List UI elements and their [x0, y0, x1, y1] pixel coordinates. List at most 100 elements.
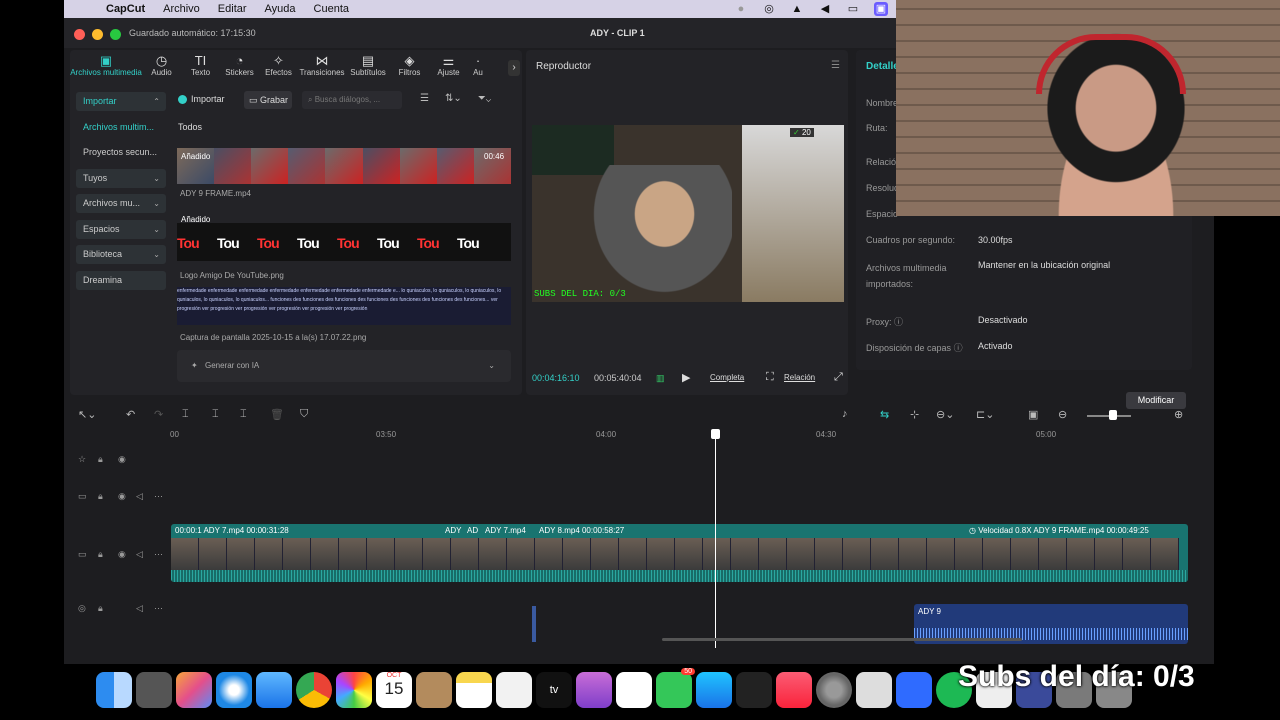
media-thumb-logo[interactable]: Tou Tou Tou Tou Tou Tou Tou Tou [177, 223, 511, 261]
link-icon[interactable]: ⇆ [880, 408, 889, 421]
capcut-icon[interactable] [736, 672, 772, 708]
tool-filters[interactable]: ◈ Filtros [390, 50, 429, 86]
video-preview[interactable]: ✓ 20 SUBS DEL DIA: 0/3 [532, 125, 844, 302]
chevron-right-icon[interactable]: › [508, 60, 520, 76]
zoom-out-icon[interactable]: ⊖ [1058, 408, 1067, 421]
record-status-icon[interactable]: ● [734, 2, 748, 16]
drive-status-icon[interactable]: ▲ [790, 2, 804, 16]
menu-editar[interactable]: Editar [218, 3, 247, 15]
menu-archivo[interactable]: Archivo [163, 3, 200, 15]
display-icon[interactable]: ▭ [846, 2, 860, 16]
music-icon[interactable] [776, 672, 812, 708]
zoom-slider-handle[interactable] [1109, 410, 1117, 420]
notes-icon[interactable] [456, 672, 492, 708]
launchpad-icon[interactable] [176, 672, 212, 708]
chrome-icon[interactable] [296, 672, 332, 708]
contacts-icon[interactable] [416, 672, 452, 708]
delete-icon[interactable]: 🗑 [270, 408, 284, 421]
tool-status-icon[interactable]: ◎ [762, 2, 776, 16]
finder-icon[interactable] [96, 672, 132, 708]
info-icon[interactable]: ⓘ [892, 317, 903, 327]
tool-media[interactable]: ▣ Archivos multimedia [70, 50, 142, 86]
microphone-icon[interactable]: ♪ [842, 408, 848, 420]
undo-icon[interactable]: ↶ [126, 408, 135, 421]
select-tool-icon[interactable]: ↖⌄ [78, 408, 96, 421]
tool-more[interactable]: · Au [468, 50, 488, 86]
menu-ayuda[interactable]: Ayuda [265, 3, 296, 15]
more-options-icon[interactable]: ⋯ [154, 603, 163, 614]
sidebar-item-archivos-mu[interactable]: Archivos mu... ⌄ [76, 194, 166, 213]
tool-transitions[interactable]: ⋈ Transiciones [298, 50, 346, 86]
track-options-icon[interactable]: ⊏⌄ [976, 408, 994, 421]
info-icon[interactable]: ⓘ [951, 343, 963, 353]
sidebar-item-biblioteca[interactable]: Biblioteca ⌄ [76, 245, 166, 264]
freeform-icon[interactable] [496, 672, 532, 708]
zoom-button[interactable] [110, 29, 121, 40]
photos-icon[interactable] [336, 672, 372, 708]
appstore-icon[interactable] [696, 672, 732, 708]
generate-ai-button[interactable]: ✦ Generar con IA ⌄ [177, 350, 511, 382]
calculator-icon[interactable] [136, 672, 172, 708]
volume-icon[interactable]: ◀ [818, 2, 832, 16]
timeline-ruler[interactable]: 00 03:50 04:00 04:30 05:00 [170, 428, 1194, 448]
shield-icon[interactable]: ⛉ [300, 408, 308, 421]
lock-icon[interactable]: 🔒︎ [98, 549, 103, 560]
mute-icon[interactable]: ◁ [136, 549, 143, 560]
split-icon[interactable]: ⌶ [182, 408, 189, 421]
redo-icon[interactable]: ↷ [154, 408, 163, 421]
reminders-icon[interactable] [616, 672, 652, 708]
zoom-in-icon[interactable]: ⊕ [1174, 408, 1183, 421]
lock-icon[interactable]: 🔒︎ [98, 603, 103, 614]
screen-share-icon[interactable]: ▣ [874, 2, 888, 16]
media-thumb-clip1[interactable] [177, 148, 511, 184]
appletv-icon[interactable]: tv [536, 672, 572, 708]
tool-audio[interactable]: ◷ Audio [142, 50, 181, 86]
audio-clip-small[interactable] [532, 606, 536, 642]
caption-icon[interactable]: ▣ [1028, 408, 1038, 421]
sidebar-item-importar[interactable]: Importar ⌃ [76, 92, 166, 111]
list-view-icon[interactable]: ☰ [420, 93, 429, 104]
timeline-tracks[interactable]: 00:00:1 ADY 7.mp4 00:00:31:28 ADY AD ADY… [170, 448, 1194, 648]
ratio-button[interactable]: Relación [784, 373, 815, 382]
search-input[interactable]: ⌕ Busca diálogos, ... [302, 91, 402, 109]
main-video-track[interactable]: 00:00:1 ADY 7.mp4 00:00:31:28 ADY AD ADY… [171, 524, 1188, 582]
podcasts-icon[interactable] [576, 672, 612, 708]
record-button[interactable]: ▭ Grabar [244, 91, 292, 109]
menu-icon[interactable]: ☰ [831, 60, 840, 71]
filter-all-label[interactable]: Todos [178, 122, 202, 132]
settings-icon[interactable] [816, 672, 852, 708]
tool-effects[interactable]: ✧ Efectos [259, 50, 298, 86]
sidebar-item-proyectos[interactable]: Proyectos secun... [76, 143, 166, 162]
tool-subtitles[interactable]: ▤ Subtítulos [346, 50, 390, 86]
play-button[interactable]: ▶ [682, 371, 690, 384]
lock-icon[interactable]: 🔒︎ [98, 454, 103, 465]
sidebar-item-espacios[interactable]: Espacios ⌄ [76, 219, 166, 239]
mail-icon[interactable] [256, 672, 292, 708]
messages-icon[interactable]: 50 [656, 668, 695, 708]
screen-app-icon[interactable] [896, 672, 932, 708]
crop-icon[interactable]: ⛶ [766, 371, 774, 384]
media-thumb-screenshot[interactable]: enfermedade enfermedade enfermedade enfe… [177, 287, 511, 325]
import-button[interactable]: Importar [178, 94, 225, 104]
calendar-icon[interactable]: OCT 15 [376, 672, 412, 708]
scripteditor-icon[interactable] [856, 672, 892, 708]
eye-icon[interactable]: ◉ [118, 549, 126, 560]
split-right-icon[interactable]: ⌶ [240, 408, 247, 421]
preview-axis-icon[interactable]: ⊖⌄ [936, 408, 954, 421]
mute-icon[interactable]: ◁ [136, 603, 143, 614]
menu-app-capcut[interactable]: CapCut [106, 3, 145, 15]
tool-adjust[interactable]: ⚌ Ajuste [429, 50, 468, 86]
fullscreen-icon[interactable]: ⤢ [834, 371, 843, 384]
sidebar-item-archivos-multimedia[interactable]: Archivos multim... [76, 118, 166, 137]
timeline-scrollbar[interactable] [662, 638, 1022, 641]
lock-icon[interactable]: 🔒︎ [98, 491, 103, 502]
more-options-icon[interactable]: ⋯ [154, 491, 163, 502]
snap-icon[interactable]: ⊹ [910, 408, 919, 421]
filter-icon[interactable]: ⏷⌄ [478, 93, 491, 104]
close-button[interactable] [74, 29, 85, 40]
complete-button[interactable]: Completa [710, 373, 744, 382]
mute-icon[interactable]: ◁ [136, 491, 143, 502]
sort-icon[interactable]: ⇅⌄ [445, 93, 462, 104]
playhead[interactable] [715, 430, 716, 648]
more-options-icon[interactable]: ⋯ [154, 549, 163, 560]
